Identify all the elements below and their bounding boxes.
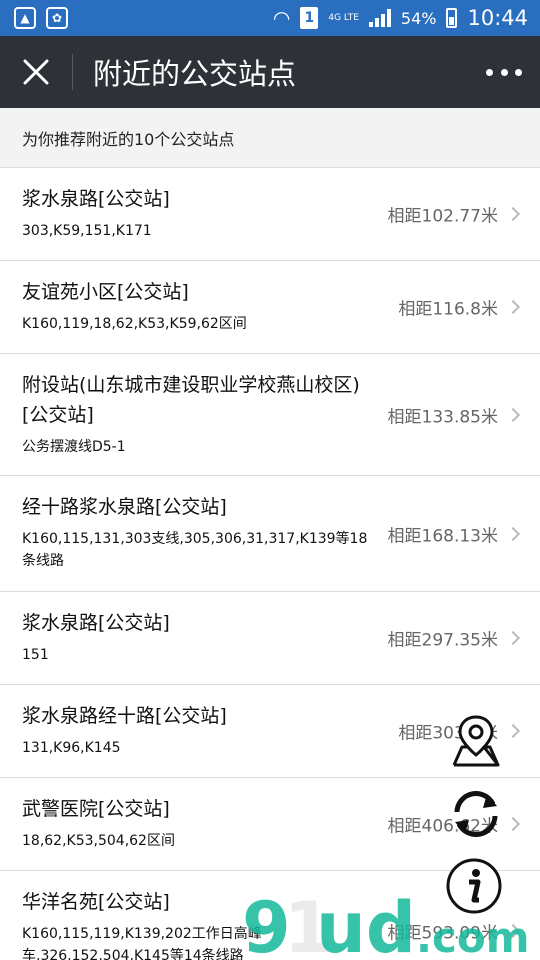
stop-distance: 相距593.09米 <box>387 923 498 944</box>
close-icon <box>23 59 49 85</box>
stop-distance: 相距102.77米 <box>387 206 498 227</box>
list-item[interactable]: 经十路浆水泉路[公交站] K160,115,131,303支线,305,306,… <box>0 476 540 592</box>
baidu-icon: ✿ <box>46 7 68 29</box>
stop-name: 武警医院[公交站] <box>22 798 170 820</box>
chevron-right-icon <box>505 630 521 646</box>
more-dot-icon <box>500 68 508 76</box>
page-title: 附近的公交站点 <box>93 57 297 91</box>
chevron-right-icon <box>505 206 521 222</box>
stop-routes: K160,115,119,K139,202工作日高峰车,326,152,504,… <box>22 926 262 960</box>
stop-name: 华洋名苑[公交站] <box>22 891 170 913</box>
stop-routes: K160,115,131,303支线,305,306,31,317,K139等1… <box>22 531 368 569</box>
stop-name: 附设站(山东城市建设职业学校燕山校区)[公交站] <box>22 374 360 426</box>
battery-percent: 54% <box>400 8 437 28</box>
stop-distance: 相距133.85米 <box>387 407 498 427</box>
chevron-right-icon <box>505 407 521 422</box>
refresh-icon <box>454 790 498 838</box>
status-bar: ▲ ✿ ◠ 1 4G LTE 54% 10:44 <box>0 0 540 36</box>
list-item[interactable]: 附设站(山东城市建设职业学校燕山校区)[公交站] 公务摆渡线D5-1 相距133… <box>0 354 540 476</box>
more-dot-icon <box>486 68 493 76</box>
stop-distance: 相距297.35米 <box>387 630 498 651</box>
stop-routes: 151 <box>22 647 49 663</box>
more-dot-icon <box>515 68 522 76</box>
info-button[interactable] <box>444 856 504 916</box>
refresh-button[interactable] <box>446 784 506 844</box>
stop-name: 浆水泉路[公交站] <box>22 612 170 634</box>
chevron-right-icon <box>505 723 521 739</box>
title-divider <box>72 54 73 90</box>
info-icon <box>446 858 502 914</box>
close-button[interactable] <box>0 36 72 108</box>
stop-routes: 303,K59,151,K171 <box>22 223 152 239</box>
stop-routes: 131,K96,K145 <box>22 740 121 756</box>
stop-name: 友谊苑小区[公交站] <box>22 281 189 303</box>
signal-icon <box>368 9 391 27</box>
battery-icon <box>446 8 458 28</box>
chevron-right-icon <box>505 816 521 832</box>
stop-routes: 18,62,K53,504,62区间 <box>22 833 175 849</box>
recommendation-note: 为你推荐附近的10个公交站点 <box>0 108 540 168</box>
network-type: 4G LTE <box>328 13 359 23</box>
stop-name: 浆水泉路经十路[公交站] <box>22 705 227 727</box>
list-item[interactable]: 友谊苑小区[公交站] K160,119,18,62,K53,K59,62区间 相… <box>0 261 540 354</box>
chevron-right-icon <box>505 299 521 315</box>
gallery-icon: ▲ <box>14 7 36 29</box>
map-location-button[interactable] <box>446 710 506 770</box>
list-item[interactable]: 浆水泉路[公交站] 151 相距297.35米 <box>0 592 540 685</box>
stop-routes: K160,119,18,62,K53,K59,62区间 <box>22 316 247 332</box>
stop-distance: 相距168.13米 <box>387 526 498 546</box>
more-options-button[interactable] <box>486 58 522 86</box>
stop-distance: 相距116.8米 <box>398 299 498 320</box>
title-bar: 附近的公交站点 <box>0 36 540 108</box>
list-item[interactable]: 浆水泉路[公交站] 303,K59,151,K171 相距102.77米 <box>0 168 540 261</box>
wifi-icon: ◠ <box>272 6 291 30</box>
map-pin-icon <box>452 715 500 767</box>
stop-name: 经十路浆水泉路[公交站] <box>22 496 227 518</box>
sim-indicator: 1 <box>300 7 319 29</box>
clock: 10:44 <box>467 6 528 30</box>
chevron-right-icon <box>505 923 521 939</box>
stop-routes: 公务摆渡线D5-1 <box>22 439 126 455</box>
chevron-right-icon <box>505 526 521 541</box>
stop-name: 浆水泉路[公交站] <box>22 188 170 210</box>
